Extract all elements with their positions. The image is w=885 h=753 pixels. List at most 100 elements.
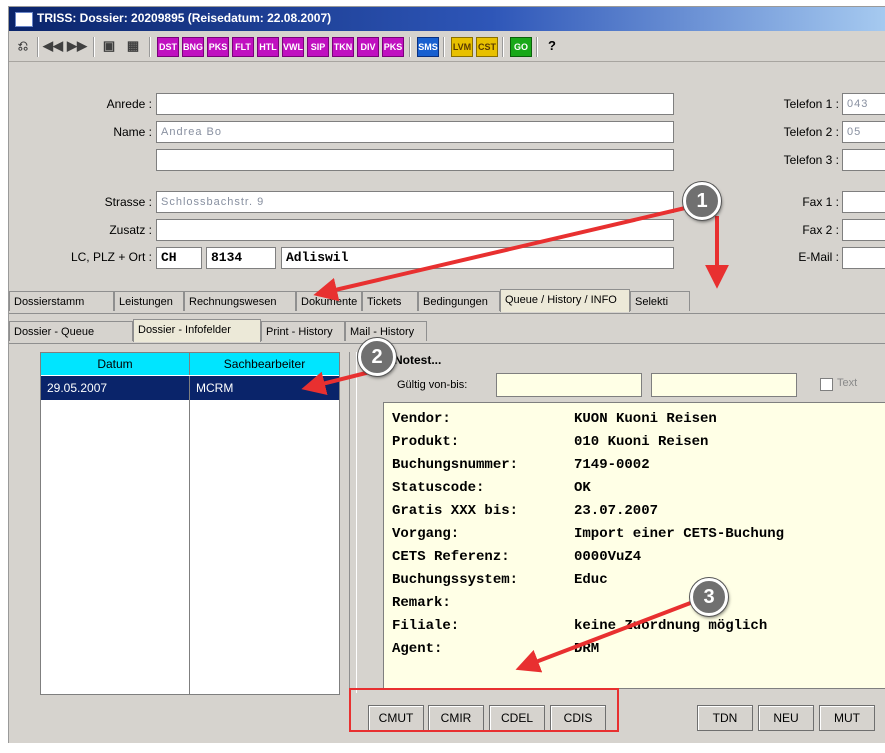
tab-dokumente[interactable]: Dokumente bbox=[296, 291, 362, 311]
toolbar-separator bbox=[93, 37, 95, 57]
email-field[interactable] bbox=[842, 247, 885, 269]
telefon1-field[interactable]: 043 bbox=[842, 93, 885, 115]
info-textbox[interactable]: Vendor: KUON Kuoni Reisen Produkt: 010 Kuo… bbox=[383, 402, 885, 689]
zusatz-label: Zusatz : bbox=[109, 223, 152, 237]
grid-header-datum[interactable]: Datum bbox=[41, 353, 190, 375]
subtab-mail-history[interactable]: Mail - History bbox=[345, 321, 427, 341]
fax2-label: Fax 2 : bbox=[802, 223, 839, 237]
info-key: Agent: bbox=[392, 641, 443, 657]
plz-field[interactable]: 8134 bbox=[206, 247, 276, 269]
cmut-button[interactable]: CMUT bbox=[368, 705, 424, 731]
row-sachbearbeiter: MCRM bbox=[196, 381, 234, 395]
tool-button-dst[interactable]: DST bbox=[157, 37, 179, 57]
tool-button-sip[interactable]: SIP bbox=[307, 37, 329, 57]
subtab-dossier-infofelder[interactable]: Dossier - Infofelder bbox=[133, 319, 261, 342]
notes-label: Notest... bbox=[394, 353, 442, 367]
tab-rechnungswesen[interactable]: Rechnungswesen bbox=[184, 291, 296, 311]
tool-button-bng[interactable]: BNG bbox=[182, 37, 204, 57]
cmir-button[interactable]: CMIR bbox=[428, 705, 484, 731]
grid-column-divider bbox=[189, 376, 190, 694]
telefon2-value: 05 bbox=[847, 126, 862, 138]
info-value: keine Zuordnung möglich bbox=[574, 618, 768, 634]
tool-button-tkn[interactable]: TKN bbox=[332, 37, 354, 57]
tool-button-pks2[interactable]: PKS bbox=[382, 37, 404, 57]
tool-button-htl[interactable]: HTL bbox=[257, 37, 279, 57]
strasse-field[interactable]: Schlossbachstr. 9 bbox=[156, 191, 674, 213]
queue-grid: Datum Sachbearbeiter 29.05.2007 MCRM bbox=[40, 352, 340, 695]
cdis-button[interactable]: CDIS bbox=[550, 705, 606, 731]
tool-button-lvm[interactable]: LVM bbox=[451, 37, 473, 57]
first-icon[interactable]: ◀◀ bbox=[43, 37, 63, 55]
table-icon[interactable]: ▦ bbox=[123, 37, 143, 55]
info-value: 23.07.2007 bbox=[574, 503, 659, 519]
telefon2-field[interactable]: 05 bbox=[842, 121, 885, 143]
tab-leistungen[interactable]: Leistungen bbox=[114, 291, 184, 311]
telefon3-field[interactable] bbox=[842, 149, 885, 171]
zusatz-field[interactable] bbox=[156, 219, 674, 241]
fax2-field[interactable] bbox=[842, 219, 885, 241]
strasse-label: Strasse : bbox=[104, 195, 152, 209]
text-checkbox[interactable] bbox=[820, 378, 833, 391]
anrede-label: Anrede : bbox=[106, 97, 152, 111]
print-icon[interactable]: ⎌ bbox=[13, 37, 33, 55]
name-field[interactable]: Andrea Bo bbox=[156, 121, 674, 143]
window-icon bbox=[15, 12, 33, 27]
screenshot-canvas: TRISS: Dossier: 20209895 (Reisedatum: 22… bbox=[0, 0, 885, 753]
tdn-button[interactable]: TDN bbox=[697, 705, 753, 731]
callout-2: 2 bbox=[358, 338, 396, 376]
table-row[interactable]: 29.05.2007 MCRM bbox=[41, 376, 339, 400]
info-key: Remark: bbox=[392, 595, 451, 611]
window-title: TRISS: Dossier: 20209895 (Reisedatum: 22… bbox=[37, 11, 332, 25]
title-bar: TRISS: Dossier: 20209895 (Reisedatum: 22… bbox=[9, 7, 885, 31]
gueltig-bis-field[interactable] bbox=[651, 373, 797, 397]
toolbar-separator bbox=[443, 37, 445, 57]
main-tab-bar: Dossierstamm Leistungen Rechnungswesen D… bbox=[9, 289, 885, 314]
grid-header-sachbearbeiter[interactable]: Sachbearbeiter bbox=[190, 353, 339, 375]
ort-field[interactable]: Adliswil bbox=[281, 247, 674, 269]
subtab-dossier-queue[interactable]: Dossier - Queue bbox=[9, 321, 133, 341]
neu-button[interactable]: NEU bbox=[758, 705, 814, 731]
splitter[interactable] bbox=[349, 352, 357, 693]
anrede-field[interactable] bbox=[156, 93, 674, 115]
help-button[interactable]: ? bbox=[542, 37, 562, 55]
last-icon[interactable]: ▶▶ bbox=[67, 37, 87, 55]
tool-button-flt[interactable]: FLT bbox=[232, 37, 254, 57]
info-value: OK bbox=[574, 480, 591, 496]
sub-tab-bar: Dossier - Queue Dossier - Infofelder Pri… bbox=[9, 319, 885, 344]
lcplz-label: LC, PLZ + Ort : bbox=[70, 250, 152, 264]
tool-button-div[interactable]: DIV bbox=[357, 37, 379, 57]
subtab-print-history[interactable]: Print - History bbox=[261, 321, 345, 341]
gueltig-von-field[interactable] bbox=[496, 373, 642, 397]
fax1-label: Fax 1 : bbox=[802, 195, 839, 209]
lc-field[interactable]: CH bbox=[156, 247, 202, 269]
fax1-field[interactable] bbox=[842, 191, 885, 213]
tab-bedingungen[interactable]: Bedingungen bbox=[418, 291, 500, 311]
info-key: Produkt: bbox=[392, 434, 460, 450]
info-key: CETS Referenz: bbox=[392, 549, 510, 565]
info-value: 0000VuZ4 bbox=[574, 549, 642, 565]
info-value: Educ bbox=[574, 572, 608, 588]
name2-field[interactable] bbox=[156, 149, 674, 171]
info-value: Import einer CETS-Buchung bbox=[574, 526, 785, 542]
tool-button-go[interactable]: GO bbox=[510, 37, 532, 57]
toolbar-separator bbox=[149, 37, 151, 57]
tool-button-vwl[interactable]: VWL bbox=[282, 37, 304, 57]
telefon2-label: Telefon 2 : bbox=[783, 125, 839, 139]
tab-tickets[interactable]: Tickets bbox=[362, 291, 418, 311]
gueltig-label: Gültig von-bis: bbox=[397, 379, 468, 391]
mut-button[interactable]: MUT bbox=[819, 705, 875, 731]
tab-queue-history-info[interactable]: Queue / History / INFO bbox=[500, 289, 630, 312]
tab-dossierstamm[interactable]: Dossierstamm bbox=[9, 291, 114, 311]
tool-button-pks[interactable]: PKS bbox=[207, 37, 229, 57]
tab-selektion[interactable]: Selekti bbox=[630, 291, 690, 311]
tool-button-cst[interactable]: CST bbox=[476, 37, 498, 57]
info-key: Buchungsnummer: bbox=[392, 457, 519, 473]
row-datum: 29.05.2007 bbox=[47, 381, 108, 395]
telefon1-label: Telefon 1 : bbox=[783, 97, 839, 111]
tool-button-sms[interactable]: SMS bbox=[417, 37, 439, 57]
info-key: Vendor: bbox=[392, 411, 451, 427]
info-key: Buchungssystem: bbox=[392, 572, 519, 588]
cdel-button[interactable]: CDEL bbox=[489, 705, 545, 731]
disk-icon[interactable]: ▣ bbox=[99, 37, 119, 55]
toolbar-separator bbox=[409, 37, 411, 57]
